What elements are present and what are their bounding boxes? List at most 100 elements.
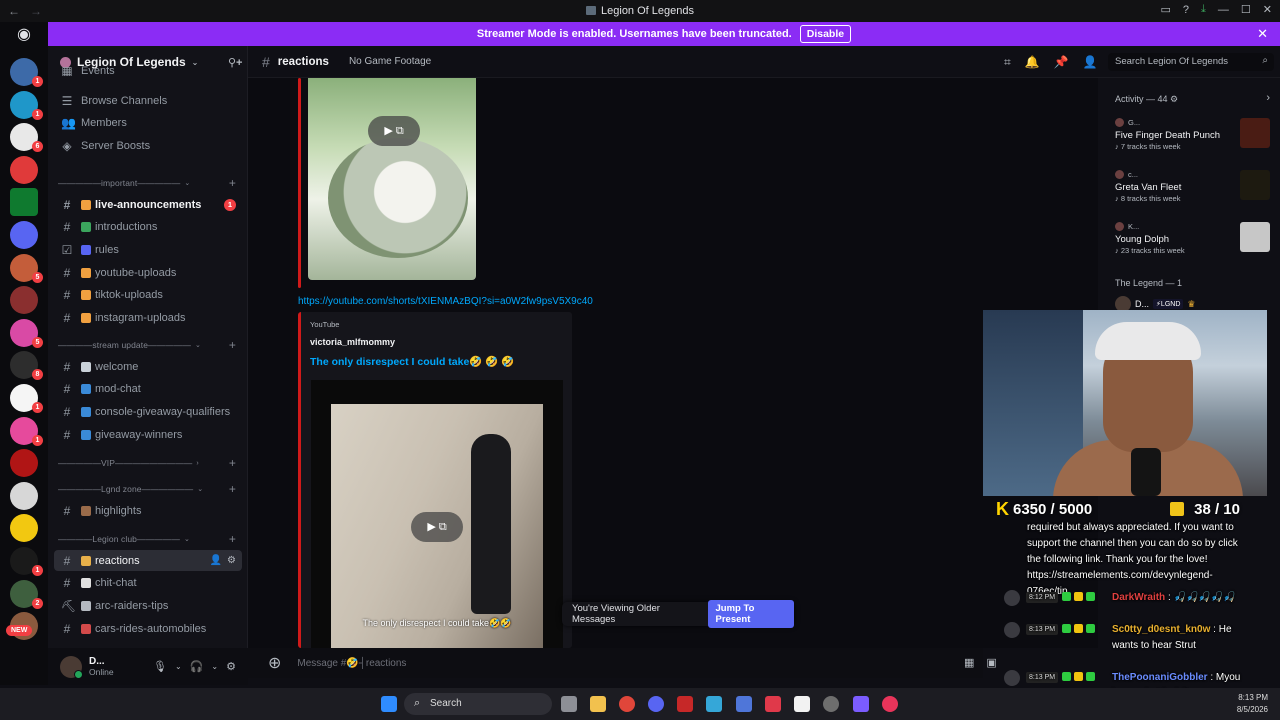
sidebar-item[interactable]: ◈ Server Boosts [54,135,242,156]
activity-item[interactable]: K... Young Dolph ♪ 23 tracks this week [1115,222,1270,255]
server-icon[interactable] [10,481,38,510]
windows-start-icon[interactable] [381,696,397,712]
channel-category[interactable]: ――――Legion club――――― ⌄ + [58,532,242,546]
pin-icon[interactable]: 📌 [1054,55,1069,70]
chrome-icon[interactable] [619,696,635,712]
download-icon[interactable]: ⤓ [1201,3,1206,16]
embed-title[interactable]: The only disrespect I could take🤣 🤣 🤣 [310,355,514,368]
channel-live-announcements[interactable]: # live-announcements 1 [54,194,242,215]
channel-chit-chat[interactable]: # chit-chat [54,573,242,594]
inbox-icon[interactable]: ▭ [1161,3,1171,16]
add-channel-icon[interactable]: + [229,532,236,546]
search-input[interactable]: Search Legion Of Legends ⌕ [1108,53,1274,71]
back-arrow-icon[interactable]: ← [8,4,20,18]
threads-icon[interactable]: ⌗ [1004,55,1011,70]
embed-author[interactable]: victoria_mlfmommy [310,337,395,347]
help-icon[interactable]: ? [1183,4,1189,16]
app-icon[interactable] [853,696,869,712]
activity-item[interactable]: c... Greta Van Fleet ♪ 8 tracks this week [1115,170,1270,203]
file-explorer-icon[interactable] [590,696,606,712]
channel-rules[interactable]: ☑ rules [54,239,242,260]
sidebar-item[interactable]: ▦ Events [54,66,242,76]
play-button[interactable]: ▶ ⧉ [368,116,420,146]
channel-category[interactable]: ――――stream update――――― ⌄ + [58,338,242,352]
channel-giveaway-winners[interactable]: # giveaway-winners [54,424,242,445]
channel-mod-chat[interactable]: # mod-chat [54,379,242,400]
chevron-right-icon[interactable]: › [1266,92,1270,104]
channel-cars-rides-automobiles[interactable]: # cars-rides-automobiles [54,618,242,639]
headphones-icon[interactable]: 🎧 [190,660,204,673]
banner-close-icon[interactable]: ✕ [1257,26,1268,42]
channel-welcome[interactable]: # welcome [54,356,242,377]
server-icon[interactable] [10,188,38,217]
channel-tiktok-uploads[interactable]: # tiktok-uploads [54,285,242,306]
server-icon[interactable] [10,286,38,315]
task-view-icon[interactable] [561,696,577,712]
add-attachment-icon[interactable]: ⊕ [268,653,281,673]
minimize-icon[interactable]: — [1218,4,1229,16]
activity-item[interactable]: G... Five Finger Death Punch ♪ 7 tracks th… [1115,118,1270,151]
capcut-icon[interactable] [794,696,810,712]
bell-icon[interactable]: 🔔 [1025,55,1040,70]
app-icon[interactable] [706,696,722,712]
invite-icon[interactable]: 👤 [210,555,222,566]
add-channel-icon[interactable]: + [229,482,236,496]
avatar[interactable] [60,655,83,679]
video-thumbnail[interactable]: ▶ ⧉ [308,78,476,280]
channel-reactions[interactable]: # reactions 👤 ⚙ [54,550,242,571]
gif-icon[interactable]: ▣ [986,656,996,669]
gift-icon[interactable]: ▦ [964,656,974,669]
hash-icon: # [63,197,71,212]
server-icon[interactable] [10,449,38,478]
channel-emoji-icon [81,267,91,278]
server-icon[interactable] [10,155,38,184]
members-icon[interactable]: 👤 [1083,55,1098,70]
channel-emoji-icon [81,361,91,372]
embed-video[interactable]: ▶ ⧉ The only disrespect I could take🤣🤣 [311,380,563,648]
microphone-icon[interactable]: 🎙 [153,660,167,673]
channel-arc-raiders-tips[interactable]: ⛏ arc-raiders-tips [54,595,242,616]
channel-category[interactable]: ―――――Lgnd zone―――――― ⌄ + [58,482,242,496]
gear-icon[interactable]: ⚙ [1170,94,1178,104]
chevron-down-icon[interactable]: ⌄ [175,662,182,671]
message-list[interactable]: ▶ ⧉ https://youtube.com/shorts/tXIENMAzB… [248,78,1098,648]
disable-streamer-mode-button[interactable]: Disable [799,25,852,43]
server-icon[interactable] [10,514,38,543]
maximize-icon[interactable]: ☐ [1241,3,1251,16]
server-icon[interactable] [10,221,38,249]
channel-instagram-uploads[interactable]: # instagram-uploads [54,308,242,329]
message-input[interactable]: Message #🤣┤reactions [297,658,406,669]
chevron-down-icon[interactable]: ⌄ [211,662,218,671]
add-channel-icon[interactable]: + [229,456,236,470]
play-button[interactable]: ▶ ⧉ [411,512,463,542]
discord-icon[interactable] [648,696,664,712]
channel-category[interactable]: ―――――VIP――――――――― › + [58,456,242,470]
app-icon[interactable] [736,696,752,712]
gear-icon[interactable]: ⚙ [227,555,236,566]
sidebar-item[interactable]: ☰ Browse Channels [54,90,242,111]
channel-console-giveaway-qualifiers[interactable]: # console-giveaway-qualifiers [54,401,242,422]
taskbar-clock[interactable]: 8:13 PM 8/5/2026 [1237,692,1268,716]
close-window-icon[interactable]: ✕ [1263,3,1272,16]
channel-label: arc-raiders-tips [95,599,169,612]
app-icon[interactable] [677,696,693,712]
app-icon[interactable] [765,696,781,712]
discord-icon[interactable]: ◉ [10,24,38,48]
taskbar-search[interactable]: ⌕ Search [404,693,552,715]
gear-icon[interactable]: ⚙ [226,660,236,673]
media-player-icon[interactable] [882,696,898,712]
channel-highlights[interactable]: # highlights [54,500,242,521]
channel-topic[interactable]: No Game Footage [349,56,431,67]
forward-arrow-icon[interactable]: → [30,4,42,18]
add-channel-icon[interactable]: + [229,176,236,190]
channel-introductions[interactable]: # introductions [54,217,242,238]
badge-icon [1062,624,1071,633]
app-icon[interactable] [823,696,839,712]
add-channel-icon[interactable]: + [229,338,236,352]
channel-category[interactable]: ―――――important――――― ⌄ + [58,176,242,190]
message-link[interactable]: https://youtube.com/shorts/tXIENMAzBQI?s… [298,296,593,307]
hash-icon: # [63,288,71,303]
sidebar-item[interactable]: 👥 Members [54,113,242,134]
jump-to-present-button[interactable]: Jump To Present [707,600,794,628]
channel-youtube-uploads[interactable]: # youtube-uploads [54,262,242,283]
